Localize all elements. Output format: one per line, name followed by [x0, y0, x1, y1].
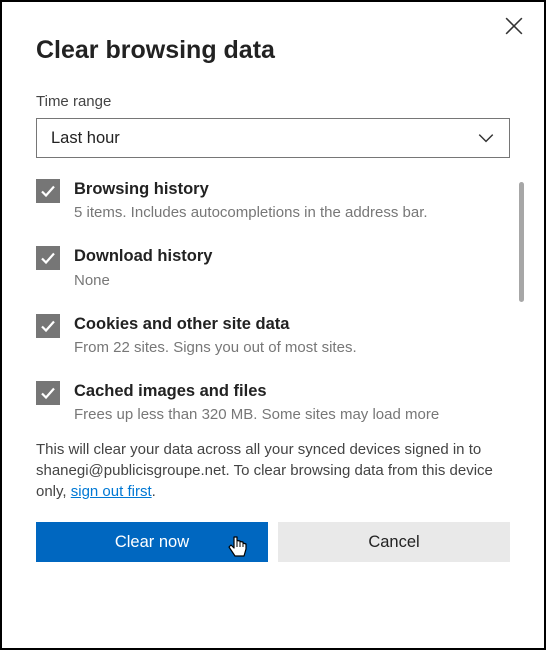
time-range-label: Time range	[36, 93, 544, 110]
checkbox-cached[interactable]	[36, 381, 60, 405]
option-desc: None	[74, 270, 212, 291]
chevron-down-icon	[477, 129, 495, 147]
checkmark-icon	[40, 385, 56, 401]
cancel-label: Cancel	[368, 533, 419, 552]
sign-out-link[interactable]: sign out first	[71, 483, 152, 500]
checkmark-icon	[40, 183, 56, 199]
checkbox-download-history[interactable]	[36, 246, 60, 270]
notice-post: .	[152, 483, 156, 500]
option-desc: Frees up less than 320 MB. Some sites ma…	[74, 404, 439, 425]
checkbox-browsing-history[interactable]	[36, 179, 60, 203]
checkmark-icon	[40, 250, 56, 266]
option-cached: Cached images and files Frees up less th…	[36, 380, 510, 425]
close-button[interactable]	[500, 12, 528, 40]
clear-now-button[interactable]: Clear now	[36, 522, 268, 562]
cursor-hand-icon	[226, 534, 250, 560]
sync-notice: This will clear your data across all you…	[36, 439, 510, 502]
option-browsing-history: Browsing history 5 items. Includes autoc…	[36, 178, 510, 223]
option-title: Cached images and files	[74, 380, 439, 402]
scrollbar[interactable]	[519, 182, 524, 302]
options-list: Browsing history 5 items. Includes autoc…	[2, 178, 544, 425]
option-title: Browsing history	[74, 178, 428, 200]
clear-now-label: Clear now	[115, 533, 189, 552]
button-row: Clear now Cancel	[36, 522, 510, 562]
option-title: Cookies and other site data	[74, 313, 357, 335]
checkmark-icon	[40, 318, 56, 334]
dialog-title: Clear browsing data	[36, 36, 544, 65]
time-range-select[interactable]: Last hour	[36, 118, 510, 158]
time-range-value: Last hour	[51, 129, 120, 148]
cancel-button[interactable]: Cancel	[278, 522, 510, 562]
option-title: Download history	[74, 245, 212, 267]
option-cookies: Cookies and other site data From 22 site…	[36, 313, 510, 358]
option-desc: 5 items. Includes autocompletions in the…	[74, 202, 428, 223]
option-download-history: Download history None	[36, 245, 510, 290]
close-icon	[505, 17, 523, 35]
option-desc: From 22 sites. Signs you out of most sit…	[74, 337, 357, 358]
checkbox-cookies[interactable]	[36, 314, 60, 338]
